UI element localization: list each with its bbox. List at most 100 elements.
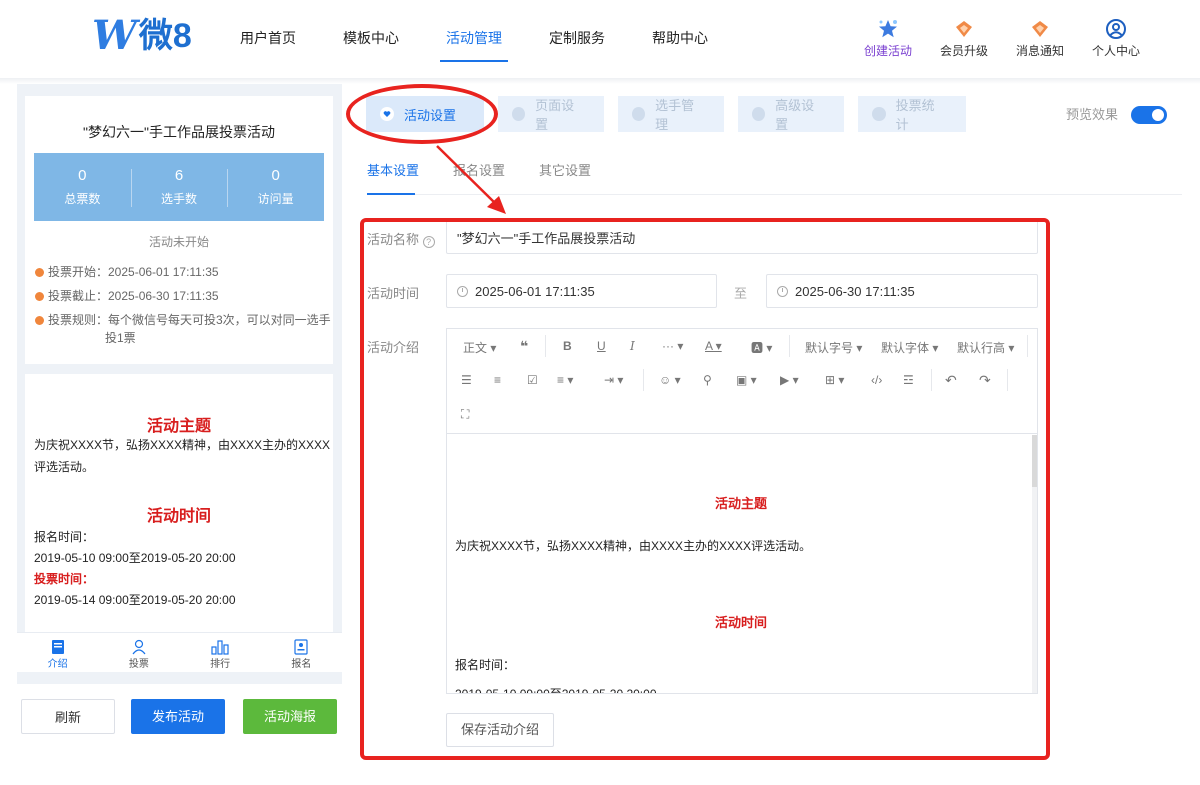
main-nav: 用户首页 模板中心 活动管理 定制服务 帮助中心 [240,0,708,62]
stat-value: 0 [271,167,280,184]
logo[interactable]: W 微8 [92,16,192,56]
tab-activity-settings[interactable]: 活动设置 [366,96,484,132]
editor-theme-text: 为庆祝XXXX节，弘扬XXXX精神，由XXXX主办的XXXX评选活动。 [455,539,812,553]
tab-intro-label: 介绍 [47,659,68,670]
indent-icon[interactable]: ⇥ ▾ [604,373,623,387]
font-family-select[interactable]: 默认字体 ▾ [881,339,938,356]
italic-icon[interactable]: I [630,339,635,353]
top-navbar: W 微8 用户首页 模板中心 活动管理 定制服务 帮助中心 创建活动 会员升级 … [0,0,1200,78]
code-icon[interactable]: ‹/› [871,373,882,387]
diamond-notify-icon [1002,18,1078,40]
more-styles-icon[interactable]: ··· ▾ [662,339,683,353]
align-icon[interactable]: ≡ ▾ [557,373,573,387]
stat-label: 选手数 [161,192,198,206]
nav-item-home[interactable]: 用户首页 [240,0,296,62]
end-time-picker[interactable]: 2025-06-30 17:11:35 [766,274,1038,308]
toolbar-separator [931,369,932,391]
activity-intro-card: 活动主题 为庆祝XXXX节，弘扬XXXX精神，由XXXX主办的XXXX评选活动。… [25,374,333,644]
save-intro-button[interactable]: 保存活动介绍 [446,713,554,747]
numbered-list-icon[interactable]: ≡ [494,373,501,387]
top-tools: 创建活动 会员升级 消息通知 个人中心 [850,18,1154,59]
notifications-button[interactable]: 消息通知 [1002,18,1078,59]
publish-activity-button[interactable]: 发布活动 [131,699,225,734]
member-upgrade-button[interactable]: 会员升级 [926,18,1002,59]
emoji-icon[interactable]: ☺ ▾ [659,373,681,387]
font-size-select-label: 默认字号 [805,341,854,355]
background-color-icon[interactable]: 🅰 ▾ [751,339,772,356]
editor-signup-range: 2019-05-10 09:00至2019-05-20 20:00 [455,685,657,693]
nav-item-activity-management[interactable]: 活动管理 [440,0,508,62]
tab-ranking-label: 排行 [210,659,231,670]
tab-vote-statistics[interactable]: 投票统计 [858,96,966,132]
nav-item-templates[interactable]: 模板中心 [343,0,399,62]
tab-vote[interactable]: 投票 [98,633,179,672]
tab-ranking[interactable]: 排行 [180,633,261,672]
start-time-picker[interactable]: 2025-06-01 17:11:35 [446,274,717,308]
vote-start-info: 投票开始：2025-06-01 17:11:35 [35,263,219,281]
underline-icon[interactable]: U [597,339,606,353]
quote-icon[interactable]: ❝ [520,338,528,355]
nav-item-help[interactable]: 帮助中心 [652,0,708,62]
editor-toolbar: 正文 ▾ ❝ B U I ··· ▾ A ▾ 🅰 ▾ 默认字号 ▾ 默认字体 ▾… [447,329,1037,434]
vote-range: 2019-05-14 09:00至2019-05-20 20:00 [34,593,236,607]
font-size-select[interactable]: 默认字号 ▾ [805,339,862,356]
bullet-list-icon[interactable]: ☰ [461,373,472,387]
profile-button[interactable]: 个人中心 [1078,18,1154,59]
bold-icon[interactable]: B [563,339,572,353]
table-icon[interactable]: ⊞ ▾ [825,373,844,387]
link-icon[interactable]: ⚲ [703,373,712,387]
activity-summary-card: "梦幻六一"手工作品展投票活动 0 总票数 6 选手数 0 访问量 活动未开始 … [25,96,333,364]
stat-value: 6 [174,167,184,184]
font-family-select-label: 默认字体 [881,341,930,355]
tab-page-settings[interactable]: 页面设置 [498,96,604,132]
diamond-upgrade-icon [926,18,1002,40]
nav-item-custom-service[interactable]: 定制服务 [549,0,605,62]
page-icon [512,107,526,121]
create-activity-label: 创建活动 [863,44,912,58]
refresh-button[interactable]: 刷新 [21,699,115,734]
editor-scrollbar[interactable] [1032,435,1037,693]
undo-icon[interactable]: ↶ [945,372,957,389]
subtab-other-settings[interactable]: 其它设置 [539,160,591,179]
editor-time-heading: 活动时间 [714,615,767,630]
activity-time-label: 活动时间 [367,286,420,301]
toolbar-separator [545,335,546,357]
subtab-signup-settings[interactable]: 报名设置 [453,160,505,179]
image-icon[interactable]: ▣ ▾ [736,373,757,387]
subtab-basic-settings[interactable]: 基本设置 [367,160,419,179]
paragraph-select-label: 正文 [463,341,488,355]
tab-advanced-settings[interactable]: 高级设置 [738,96,844,132]
tab-intro[interactable]: 介绍 [17,633,98,672]
font-color-icon[interactable]: A ▾ [705,339,722,353]
redo-icon[interactable]: ↷ [979,372,991,389]
video-icon[interactable]: ▶ ▾ [780,373,799,387]
id-card-icon [261,633,342,655]
logo-text: 微8 [138,17,192,55]
activity-name-input[interactable]: "梦幻六一"手工作品展投票活动 [446,220,1038,254]
tab-signup[interactable]: 报名 [261,633,342,672]
logo-mark: W [92,12,137,59]
doc-icon [17,633,98,655]
user-circle-icon [1078,18,1154,40]
divider-icon[interactable]: ☲ [903,373,914,387]
todo-list-icon[interactable]: ☑ [527,373,538,387]
help-icon[interactable]: ? [422,236,435,248]
line-height-select[interactable]: 默认行高 ▾ [957,339,1014,356]
create-activity-button[interactable]: 创建活动 [850,18,926,59]
activity-poster-button[interactable]: 活动海报 [243,699,337,734]
paragraph-select[interactable]: 正文 ▾ [463,339,496,356]
editor-content[interactable]: 活动主题 为庆祝XXXX节，弘扬XXXX精神，由XXXX主办的XXXX评选活动。… [447,435,1035,693]
tab-contestant-management[interactable]: 选手管理 [618,96,724,132]
fullscreen-icon[interactable]: ⛶ [461,407,469,422]
preview-effect-toggle[interactable] [1131,106,1167,124]
stat-total-votes: 0 总票数 [34,153,131,221]
theme-text: 为庆祝XXXX节，弘扬XXXX精神，由XXXX主办的XXXX评选活动。 [34,438,331,474]
tab-vote-label: 投票 [128,659,149,670]
stat-visits: 0 访问量 [227,153,324,221]
theme-heading: 活动主题 [146,418,211,435]
clock-icon [457,285,468,297]
stat-contestants: 6 选手数 [130,153,228,221]
tab-page-settings-label: 页面设置 [535,98,575,132]
vote-rule-info: 投票规则：每个微信号每天可投3次，可以对同一选手 [35,311,331,329]
editor-theme-heading: 活动主题 [714,496,767,511]
